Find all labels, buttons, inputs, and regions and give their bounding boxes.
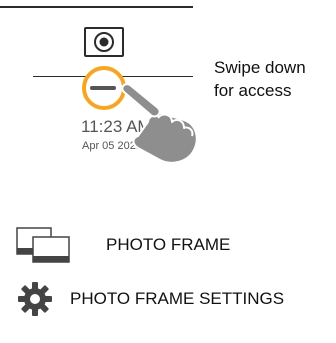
photo-frame-icon bbox=[16, 227, 70, 263]
screen: 11:23 AM Apr 05 2021 Swipe down for acce… bbox=[0, 0, 336, 343]
photo-frame-item[interactable]: PHOTO FRAME bbox=[16, 227, 230, 263]
pointing-hand-icon bbox=[121, 83, 198, 164]
camera-icon bbox=[94, 32, 114, 52]
photo-frame-settings-item[interactable]: PHOTO FRAME SETTINGS bbox=[18, 282, 284, 316]
swipe-hint-line-2: for access bbox=[214, 81, 292, 100]
pull-down-handle[interactable] bbox=[90, 86, 116, 90]
photo-frame-settings-label: PHOTO FRAME SETTINGS bbox=[70, 289, 285, 308]
swipe-hint-line-1: Swipe down bbox=[214, 58, 306, 77]
photo-frame-label: PHOTO FRAME bbox=[106, 235, 231, 254]
camera-button[interactable] bbox=[84, 27, 124, 57]
gear-icon bbox=[18, 282, 52, 316]
panel-top-edge bbox=[0, 6, 193, 8]
swipe-hint: Swipe down for access bbox=[214, 56, 306, 102]
